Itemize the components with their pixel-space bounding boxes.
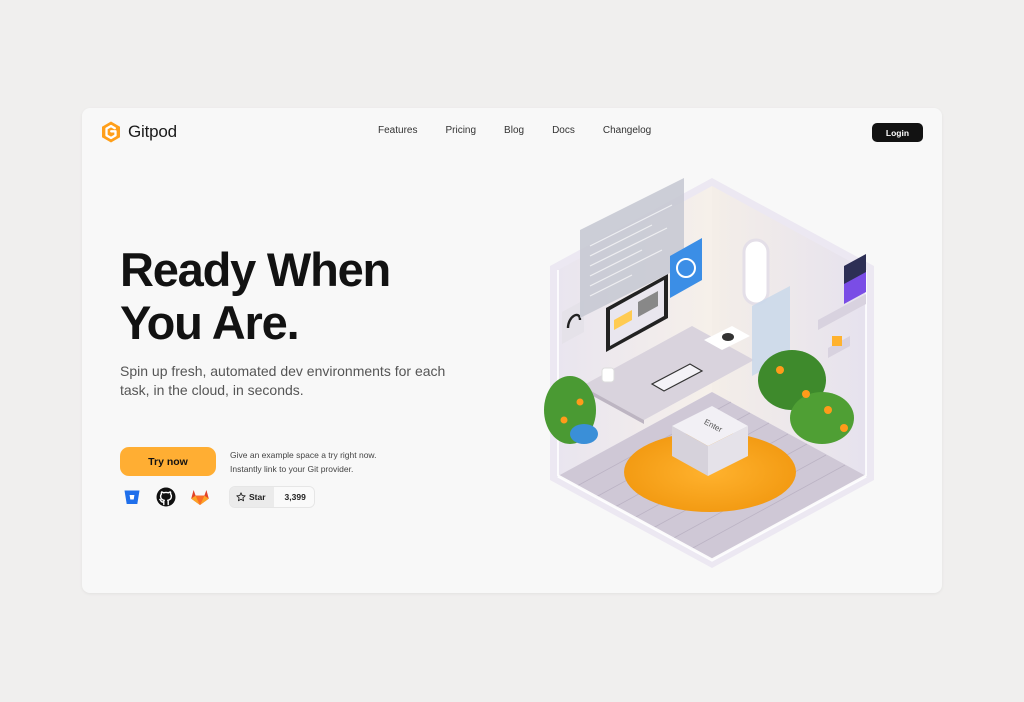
try-now-button[interactable]: Try now [120, 447, 216, 476]
git-providers [122, 487, 210, 507]
nav-blog[interactable]: Blog [504, 125, 524, 136]
gitpod-logo-icon [102, 121, 120, 143]
nav-features[interactable]: Features [378, 125, 417, 136]
mug [601, 367, 615, 383]
hero-title-line-1: Ready When [120, 243, 391, 296]
main-nav: Features Pricing Blog Docs Changelog [378, 125, 651, 136]
brand-name: Gitpod [128, 122, 177, 141]
isometric-room-illustration: Enter [544, 178, 874, 568]
gitpod-logo[interactable]: Gitpod [100, 120, 177, 144]
star-label: Star [249, 492, 266, 502]
login-button[interactable]: Login [872, 123, 923, 142]
try-note-line-1: Give an example space a try right now. [230, 450, 377, 460]
star-icon [236, 492, 246, 502]
wall-window [742, 238, 770, 306]
try-note-line-2: Instantly link to your Git provider. [230, 464, 354, 474]
github-icon[interactable] [156, 487, 176, 507]
hero-title-line-2: You Are. [120, 296, 300, 349]
landing-card: Gitpod Features Pricing Blog Docs Change… [82, 108, 942, 593]
hero-subtitle: Spin up fresh, automated dev environment… [120, 363, 446, 398]
hero-title: Ready When You Are. [120, 243, 391, 349]
bitbucket-icon[interactable] [122, 487, 142, 507]
gitlab-icon[interactable] [190, 487, 210, 507]
nav-docs[interactable]: Docs [552, 125, 575, 136]
github-star-button[interactable]: Star [230, 487, 274, 507]
nav-changelog[interactable]: Changelog [603, 125, 651, 136]
github-star-widget: Star 3,399 [230, 487, 314, 507]
nav-pricing[interactable]: Pricing [445, 125, 476, 136]
star-count[interactable]: 3,399 [273, 487, 314, 507]
try-note: Give an example space a try right now. I… [230, 448, 376, 476]
